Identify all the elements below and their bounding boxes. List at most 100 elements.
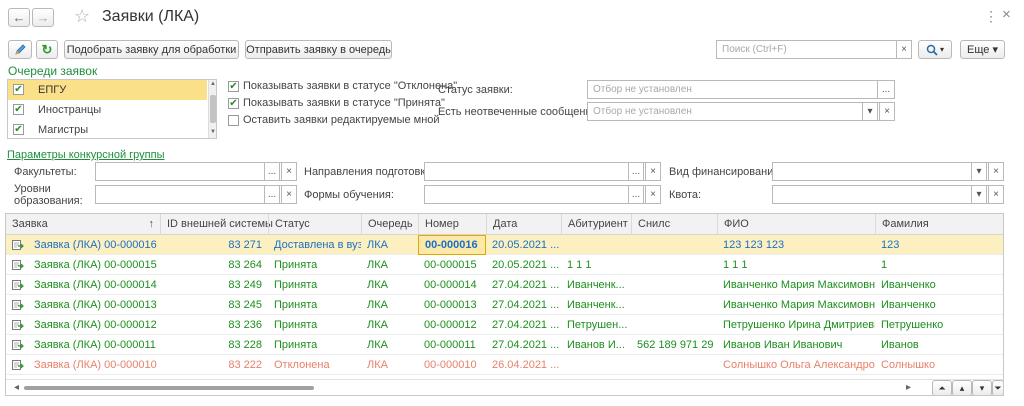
directions-input[interactable]: ... × [424,162,661,181]
column-header-surname[interactable]: Фамилия [875,214,1003,235]
levels-select-button[interactable]: ... [264,186,280,203]
table-cell-app: Заявка (ЛКА) 00-000014 ... [34,279,160,291]
forward-button[interactable]: → [32,8,54,27]
table-cell-date: 27.04.2021 ... [492,299,560,311]
send-to-queue-button[interactable]: Отправить заявку в очередь [245,40,392,59]
table-cell-snils [631,295,717,315]
table-row[interactable]: Заявка (ЛКА) 00-000013 ... 83 245 Принята Л… [6,295,1003,315]
table-cell-surname: 1 [881,259,888,271]
scrollbar-thumb[interactable] [210,95,216,123]
search-input[interactable]: Поиск (Ctrl+F) × [716,40,912,59]
status-filter-input[interactable]: Отбор не установлен ... [587,80,895,99]
table-cell-status: Доставлена в вуз [274,239,361,251]
scroll-right-icon[interactable]: ▸ [906,382,911,393]
table-cell-app: Заявка (ЛКА) 00-000010 ... [34,359,160,371]
more-menu-icon[interactable]: ⋮ [984,8,998,25]
table-cell-date: 20.05.2021 ... [492,239,560,251]
quota-clear-icon[interactable]: × [988,186,1003,203]
scroll-down-icon: ▾ [979,382,985,393]
horizontal-scrollbar-thumb[interactable] [24,386,314,390]
queues-scrollbar[interactable]: ▲ ▼ [208,80,216,138]
queue-checkbox-epgu[interactable]: ✔ [13,84,24,95]
scroll-up-button[interactable]: ▴ [952,380,972,395]
queue-checkbox-masters[interactable]: ✔ [13,124,24,135]
scroll-first-button[interactable]: ⏶ [932,380,952,395]
show-rejected-checkbox[interactable]: ✔ [228,81,239,92]
messages-filter-dropdown-icon[interactable]: ▾ [862,103,878,120]
levels-label-line1: Уровни [14,183,51,195]
search-clear-icon[interactable]: × [896,41,911,58]
params-group-title[interactable]: Параметры конкурсной группы [7,149,164,161]
scroll-left-icon[interactable]: ◂ [14,382,19,393]
column-header-fio[interactable]: ФИО [717,214,875,235]
scroll-last-button[interactable]: ⏷ [992,380,1003,395]
refresh-icon: ↻ [41,41,53,57]
table-row[interactable]: Заявка (ЛКА) 00-000014 ... 83 249 Принята Л… [6,275,1003,295]
faculties-input[interactable]: ... × [95,162,297,181]
table-cell-app: Заявка (ЛКА) 00-000013 ... [34,299,160,311]
funding-dropdown-icon[interactable]: ▾ [971,163,987,180]
funding-input[interactable]: ▾ × [772,162,1004,181]
page-title: Заявки (ЛКА) [102,8,200,25]
scroll-down-button[interactable]: ▾ [972,380,992,395]
more-button[interactable]: Еще ▾ [960,40,1005,59]
scroll-down-icon[interactable]: ▼ [210,129,216,135]
favorite-star-icon[interactable]: ☆ [74,6,90,27]
table-row[interactable]: Заявка (ЛКА) 00-000016 ... 83 271 Доставле… [6,235,1003,255]
table-cell-number: 00-000015 [424,259,477,271]
column-header-status[interactable]: Статус [268,214,361,235]
close-window-icon[interactable]: × [1002,6,1011,23]
forms-select-button[interactable]: ... [628,186,644,203]
column-header-number[interactable]: Номер [418,214,486,235]
search-button[interactable]: ▾ [918,40,952,59]
column-header-queue[interactable]: Очередь [361,214,418,235]
faculties-select-button[interactable]: ... [264,163,280,180]
queue-checkbox-foreigners[interactable]: ✔ [13,104,24,115]
status-filter-label: Статус заявки: [438,84,513,96]
column-header-date[interactable]: Дата [486,214,561,235]
column-header-application[interactable]: Заявка ↑ [6,214,160,235]
messages-filter-input[interactable]: Отбор не установлен ▾ × [587,102,895,121]
document-arrow-icon [12,300,24,310]
table-cell-number: 00-000012 [424,319,477,331]
table-cell-snils: 562 189 971 29 [637,339,714,351]
column-header-applicant[interactable]: Абитуриент [561,214,631,235]
faculties-clear-icon[interactable]: × [281,163,296,180]
table-row[interactable]: Заявка (ЛКА) 00-000010 ... 83 222 Отклонен… [6,355,1003,375]
document-arrow-icon [12,280,24,290]
directions-clear-icon[interactable]: × [645,163,660,180]
table-row[interactable]: Заявка (ЛКА) 00-000015 ... 83 264 Принята Л… [6,255,1003,275]
levels-clear-icon[interactable]: × [281,186,296,203]
forms-input[interactable]: ... × [424,185,661,204]
table-row[interactable]: Заявка (ЛКА) 00-000012 ... 83 236 Принята Л… [6,315,1003,335]
applications-table: Заявка ↑ ID внешней системы Статус Очере… [5,213,1004,396]
directions-select-button[interactable]: ... [628,163,644,180]
queue-item-epgu[interactable]: ✔ ЕПГУ [8,80,207,100]
table-cell-status: Принята [274,319,318,331]
back-button[interactable]: ← [8,8,30,27]
levels-input[interactable]: ... × [95,185,297,204]
funding-clear-icon[interactable]: × [988,163,1003,180]
queue-item-masters[interactable]: ✔ Магистры [8,120,207,138]
table-cell-queue: ЛКА [367,239,388,251]
status-filter-select-button[interactable]: ... [877,81,894,98]
show-accepted-checkbox[interactable]: ✔ [228,98,239,109]
pick-application-button[interactable]: Подобрать заявку для обработки [64,40,239,59]
queue-item-foreigners[interactable]: ✔ Иностранцы [8,100,207,120]
forms-clear-icon[interactable]: × [645,186,660,203]
edit-pencil-button[interactable] [8,40,32,59]
table-cell-status: Принята [274,279,318,291]
table-cell-fio: Петрушенко Ирина Дмитриевна [723,319,875,331]
column-header-external-id[interactable]: ID внешней системы [160,214,273,235]
table-cell-snils [631,235,717,255]
keep-editable-checkbox[interactable] [228,115,239,126]
show-rejected-label: Показывать заявки в статусе "Отклонена" [243,80,458,92]
refresh-button[interactable]: ↻ [36,40,58,59]
scroll-up-icon[interactable]: ▲ [210,81,216,87]
quota-dropdown-icon[interactable]: ▾ [971,186,987,203]
messages-filter-clear-icon[interactable]: × [879,103,894,120]
table-row[interactable]: Заявка (ЛКА) 00-000011 ... 83 228 Принята Л… [6,335,1003,355]
quota-input[interactable]: ▾ × [772,185,1004,204]
column-header-snils[interactable]: Снилс [631,214,717,235]
table-cell-number: 00-000014 [424,279,477,291]
